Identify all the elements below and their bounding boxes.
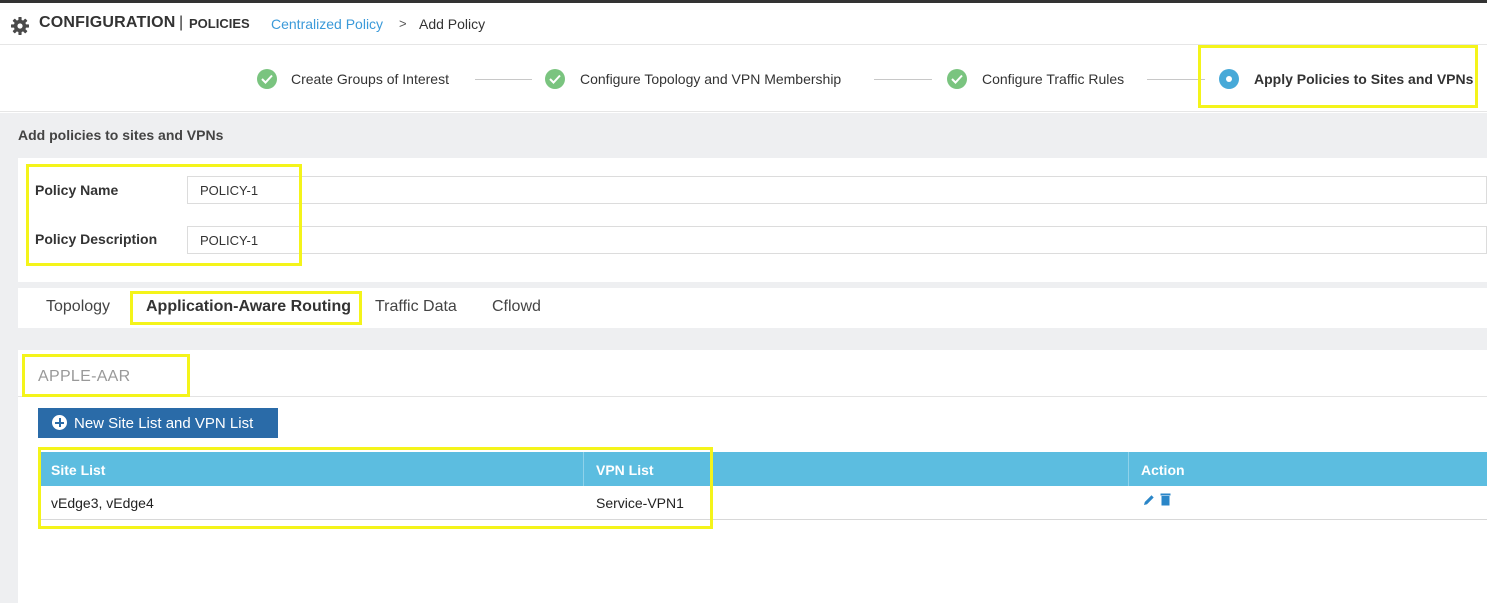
step-configure-topology[interactable]: Configure Topology and VPN Membership [580, 71, 841, 87]
policy-name-label: Policy Name [35, 182, 119, 198]
plus-circle-icon [52, 415, 67, 430]
breadcrumb-separator: > [399, 16, 407, 31]
tab-cflowd[interactable]: Cflowd [492, 298, 541, 316]
table-header [38, 452, 1487, 486]
step-connector [874, 79, 932, 80]
page-subtitle: POLICIES [189, 16, 250, 31]
new-site-vpn-list-button[interactable]: New Site List and VPN List [38, 408, 278, 438]
column-header-action: Action [1141, 462, 1185, 478]
gear-icon [11, 17, 29, 35]
breadcrumb-current: Add Policy [419, 16, 486, 32]
site-list-cell: vEdge3, vEdge4 [51, 495, 154, 511]
table-row [38, 486, 1487, 520]
step-create-groups[interactable]: Create Groups of Interest [291, 71, 449, 87]
column-header-vpn-list: VPN List [596, 462, 654, 478]
column-divider [583, 452, 584, 486]
delete-icon[interactable] [1160, 493, 1171, 506]
vpn-list-cell: Service-VPN1 [596, 495, 684, 511]
active-tab-indicator [138, 322, 358, 325]
divider [18, 396, 1487, 397]
step-apply-policies[interactable]: Apply Policies to Sites and VPNs [1254, 71, 1473, 87]
policy-description-input[interactable] [187, 226, 1487, 254]
page-title: CONFIGURATION [39, 14, 176, 31]
policy-block-title: APPLE-AAR [38, 368, 131, 385]
tab-topology[interactable]: Topology [46, 298, 110, 316]
step-connector [1147, 79, 1205, 80]
column-header-site-list: Site List [51, 462, 106, 478]
tab-traffic-data[interactable]: Traffic Data [375, 298, 457, 316]
breadcrumb-centralized-policy[interactable]: Centralized Policy [271, 16, 383, 32]
policy-name-input[interactable] [187, 176, 1487, 204]
step-configure-traffic-rules[interactable]: Configure Traffic Rules [982, 71, 1124, 87]
step-1-check-icon [257, 69, 277, 89]
tab-application-aware-routing[interactable]: Application-Aware Routing [146, 298, 351, 316]
active-step-icon [1219, 69, 1239, 89]
edit-icon[interactable] [1142, 493, 1156, 507]
column-divider [1128, 452, 1129, 486]
policy-description-label: Policy Description [35, 231, 158, 247]
step-3-check-icon [947, 69, 967, 89]
step-connector [475, 79, 532, 80]
step-2-check-icon [545, 69, 565, 89]
section-title: Add policies to sites and VPNs [18, 127, 224, 143]
title-separator: | [179, 14, 184, 31]
